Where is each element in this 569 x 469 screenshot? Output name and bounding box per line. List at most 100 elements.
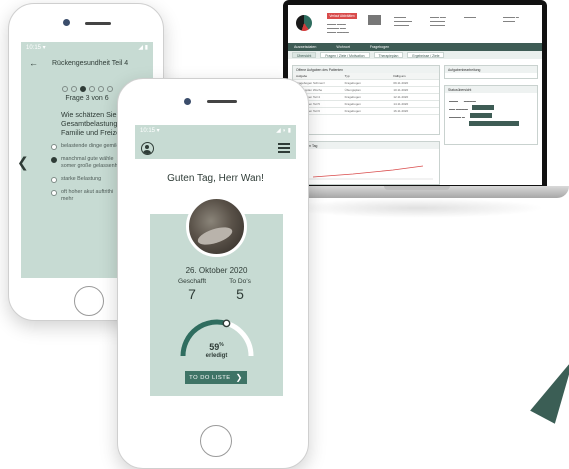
radio-button[interactable] <box>51 157 57 163</box>
answer-option-label: oft hoher akut auftrithi mehr <box>61 189 114 202</box>
laptop: Verlauf Aktivitäten ▬▬▬ ▬▬▬ ▬▬▬▬ ▬▬ ▬▬▬ ▬▬… <box>283 0 547 190</box>
back-arrow-icon[interactable]: ← <box>29 58 38 68</box>
table-row[interactable]: Fragebogen Teil 4Fragebogen12.11.2020 <box>293 94 439 101</box>
camera-icon <box>63 19 70 26</box>
table-cell: 16.11.2020 <box>393 109 409 113</box>
done-caption: erledigt <box>205 353 228 359</box>
chevron-left-icon[interactable]: ❮ <box>17 154 29 171</box>
app-header <box>135 137 296 159</box>
status-action-button[interactable] <box>469 113 492 118</box>
questionnaire-header: ← Rückengesundheit Teil 4 <box>21 52 153 74</box>
percent-value: 59 <box>209 342 220 352</box>
status-bar: 10:15 ▾ ◢ ◗ ▮ <box>135 125 296 137</box>
user-icon[interactable] <box>141 141 154 155</box>
tab-fragen[interactable]: Fragen / Ziele / Motivation <box>320 52 370 58</box>
patient-meta-4: ▬▬▬▬ ▬ ▬▬▬▬ <box>503 15 519 23</box>
status-panel: Statusübersicht ▬▬▬ ▬▬▬▬ ▬▬ ▬▬▬▬ ▬▬▬▬ ▬ <box>444 85 538 145</box>
home-button[interactable] <box>200 425 232 457</box>
progress-dot <box>88 86 95 92</box>
progress-percent: 59% <box>150 342 283 352</box>
table-cell: Fragebogen <box>344 81 361 85</box>
done-count: 7 <box>188 286 196 302</box>
column-header: Aufgabe <box>296 74 308 78</box>
laptop-tabs: Übersicht Fragen / Ziele / Motivation Th… <box>288 51 542 59</box>
trend-chart <box>303 165 433 180</box>
progress-dot <box>61 86 68 92</box>
table-cell: 14.11.2020 <box>393 102 409 106</box>
task-table-body: Fragebogen Schmerz Fragebogen 09.11.2020 Üb… <box>293 80 439 115</box>
chart-panel: Verlauf im Tag <box>292 141 440 185</box>
percent-sign: % <box>219 342 224 348</box>
column-header: Fällig am <box>393 74 406 78</box>
radio-button[interactable] <box>51 190 57 196</box>
table-cell: 12.11.2020 <box>393 95 409 99</box>
status-list: ▬▬▬ ▬▬▬▬ ▬▬ ▬▬▬▬ ▬▬▬▬ ▬ <box>445 93 537 133</box>
speaker-grille <box>85 22 111 25</box>
home-button[interactable] <box>74 286 104 316</box>
status-confirm-button[interactable] <box>469 121 519 126</box>
speaker-grille <box>207 100 237 103</box>
chart-title: Verlauf im Tag <box>293 142 439 149</box>
trend-line <box>312 165 424 178</box>
task-edit-title: Aufgabenbearbeitung <box>445 66 537 73</box>
nav-item-ausweisdaten[interactable]: Ausweisdaten <box>294 45 316 49</box>
laptop-screen: Verlauf Aktivitäten ▬▬▬ ▬▬▬ ▬▬▬▬ ▬▬ ▬▬▬ ▬▬… <box>288 5 542 185</box>
avatar <box>186 196 247 257</box>
patient-meta-3: ▬▬▬▬ <box>464 15 476 19</box>
progress-dot <box>97 86 104 92</box>
todo-list-label: TO DO LISTE <box>189 374 231 381</box>
table-cell: 09.11.2020 <box>393 81 409 85</box>
gauge-knob <box>222 319 231 328</box>
greeting: Guten Tag, Herr Wan! <box>167 173 264 184</box>
todo-list-button[interactable]: TO DO LISTE ❯ <box>185 371 247 384</box>
status-title: Statusübersicht <box>445 86 537 93</box>
table-cell: Fragebogen <box>344 109 361 113</box>
status-bar: 10:15 ▾ ◢ ▮ <box>21 42 153 52</box>
done-label: Geschafft <box>177 278 207 285</box>
nav-item-fragebogen[interactable]: Fragebogen <box>370 45 389 49</box>
progress-dot <box>79 86 86 92</box>
tab-uebersicht[interactable]: Übersicht <box>292 52 317 58</box>
status-row: ▬▬ ▬▬▬▬ <box>449 105 533 113</box>
decorative-triangle <box>530 352 569 424</box>
questionnaire-title: Rückengesundheit Teil 4 <box>52 59 129 67</box>
laptop-shadow <box>290 198 545 218</box>
task-edit-panel: Aufgabenbearbeitung <box>444 65 538 79</box>
table-row[interactable]: Fragebogen Teil 5Fragebogen14.11.2020 <box>293 101 439 108</box>
progress-dot <box>70 86 77 92</box>
tab-therapieplan[interactable]: Therapieplan <box>373 52 404 58</box>
open-tasks-panel: Offene Aufgaben des Patienten Aufgabe Ty… <box>292 65 440 135</box>
table-row[interactable]: Übungsplan Woche Übungsplan 10.11.2020 <box>293 87 439 94</box>
answer-option-label: belastende dinge gemildt <box>61 143 121 149</box>
table-row[interactable]: Fragebogen Teil 6Fragebogen16.11.2020 <box>293 108 439 115</box>
laptop-base <box>266 186 569 198</box>
table-header: Aufgabe Typ Fällig am <box>293 73 439 80</box>
answer-option-label: manchmal gute wähle somer große gelassen… <box>61 156 124 169</box>
laptop-nav: Ausweisdaten Wohnort Fragebogen <box>288 43 542 51</box>
camera-icon <box>184 98 191 105</box>
signal-battery-icon: ◢ ◗ ▮ <box>276 128 291 134</box>
signal-battery-icon: ◢ ▮ <box>138 45 148 51</box>
radio-button[interactable] <box>51 144 57 150</box>
status-action-button[interactable] <box>472 105 495 110</box>
table-cell: Übungsplan <box>344 88 361 92</box>
todo-stat: To Do's 5 <box>220 278 260 302</box>
answer-option-label: starke Belastung <box>61 176 102 182</box>
progress-dot <box>106 86 113 92</box>
table-row[interactable]: Fragebogen Schmerz Fragebogen 09.11.2020 <box>293 80 439 87</box>
tab-ergebnisse[interactable]: Ergebnisse / Ziele <box>407 52 445 58</box>
status-time: 10:15 ▾ <box>140 128 160 134</box>
progress-card: 26. Oktober 2020 Geschafft 7 To Do's 5 5… <box>150 196 283 396</box>
todo-count: 5 <box>236 286 244 302</box>
table-cell: 10.11.2020 <box>393 88 409 92</box>
app-logo-icon <box>296 15 312 31</box>
history-button[interactable]: Verlauf Aktivitäten <box>327 13 357 19</box>
radio-button[interactable] <box>51 177 57 183</box>
laptop-header: Verlauf Aktivitäten ▬▬▬ ▬▬▬ ▬▬▬▬ ▬▬ ▬▬▬ ▬▬… <box>288 5 542 43</box>
todo-label: To Do's <box>229 278 251 285</box>
status-row: ▬▬▬▬ ▬ <box>449 113 533 121</box>
menu-icon[interactable] <box>278 143 290 153</box>
front-phone: 10:15 ▾ ◢ ◗ ▮ Guten Tag, Herr Wan! 26. O… <box>117 78 309 469</box>
nav-item-wohnort[interactable]: Wohnort <box>336 45 350 49</box>
dashboard-screen: 10:15 ▾ ◢ ◗ ▮ Guten Tag, Herr Wan! 26. O… <box>135 125 296 417</box>
